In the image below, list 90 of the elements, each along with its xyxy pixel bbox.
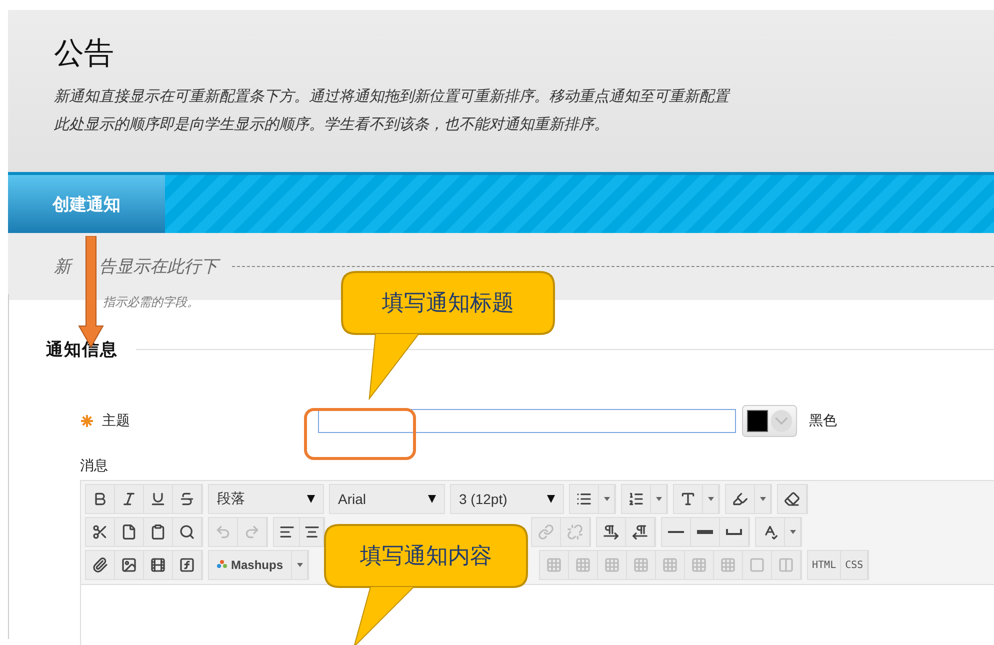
split-cell-icon: [778, 557, 794, 573]
table-icon: [691, 557, 708, 573]
eraser-icon: [784, 491, 800, 507]
cut-button[interactable]: [86, 518, 115, 546]
dots-icon: [217, 560, 227, 570]
align-left-icon: [278, 524, 294, 540]
text-color-icon: [680, 491, 696, 507]
align-center-button[interactable]: [300, 518, 324, 546]
bullet-list-icon: [576, 491, 592, 507]
pilcrow-right-button[interactable]: [597, 518, 626, 546]
callout-text: 填写通知内容: [359, 543, 493, 571]
cut-icon: [92, 524, 108, 540]
underline-icon: [150, 491, 166, 507]
color-label: 黑色: [809, 412, 837, 430]
mashups-button[interactable]: Mashups: [209, 551, 292, 579]
highlighter-icon: [732, 491, 748, 507]
drop-zone-label: 新: [54, 256, 71, 278]
color-picker[interactable]: [742, 405, 797, 437]
attach-button[interactable]: [86, 551, 115, 579]
cell-button[interactable]: [743, 551, 772, 579]
table-icon: [575, 557, 592, 573]
subject-label: 主题: [102, 412, 130, 430]
thin-line-button[interactable]: [662, 518, 691, 546]
font-select[interactable]: Arial: [329, 484, 445, 514]
align-center-icon: [304, 524, 320, 540]
spellcheck-button[interactable]: [756, 518, 785, 546]
page-description: 新通知直接显示在可重新配置条下方。通过将通知拖到新位置可重新排序。移动重点通知至可重新配置: [54, 86, 732, 107]
pilcrow-right-icon: [603, 524, 619, 540]
message-label: 消息: [80, 457, 109, 475]
search-button[interactable]: [173, 518, 202, 546]
dropdown-button[interactable]: [785, 518, 801, 546]
page-description: 此处显示的顺序即是向学生显示的顺序。学生看不到该条，也不能对通知重新排序。: [54, 114, 610, 135]
subject-input[interactable]: [318, 409, 736, 433]
dropdown-button[interactable]: [755, 485, 771, 513]
underline-button[interactable]: [144, 485, 173, 513]
table-icon: [662, 557, 678, 573]
space-icon: [726, 529, 742, 535]
image-button[interactable]: [115, 551, 144, 579]
strikethrough-icon: [179, 491, 195, 507]
strikethrough-button[interactable]: [173, 485, 202, 513]
chevron-icon: [771, 410, 792, 432]
pilcrow-left-icon: [632, 524, 648, 540]
table-icon: [720, 557, 736, 573]
link-icon: [538, 524, 554, 540]
copy-icon: [121, 524, 137, 540]
bullet-list-button[interactable]: [570, 485, 599, 513]
italic-button[interactable]: [115, 485, 144, 513]
video-icon: [150, 557, 166, 573]
space-button[interactable]: [720, 518, 749, 546]
thick-line-button[interactable]: [691, 518, 720, 546]
dropdown-button[interactable]: [292, 551, 308, 579]
table-icon: [633, 557, 650, 573]
thin-line-icon: [668, 531, 684, 533]
page-title: 公告: [54, 36, 115, 72]
spellcheck-icon: [762, 524, 778, 540]
table-icon: [546, 557, 562, 573]
format-select[interactable]: 段落: [208, 484, 324, 514]
numbered-list-icon: [628, 491, 644, 507]
formula-icon: [179, 557, 195, 573]
cell-icon: [749, 557, 766, 573]
paste-icon: [150, 524, 166, 540]
undo-icon: [215, 524, 231, 540]
formula-button[interactable]: [173, 551, 202, 579]
numbered-list-button[interactable]: [622, 485, 651, 513]
drop-zone-label: 告显示在此行下: [99, 255, 218, 278]
required-note: 指示必需的字段。: [103, 294, 199, 310]
copy-button[interactable]: [115, 518, 144, 546]
dropdown-button[interactable]: [599, 485, 615, 513]
dropdown-button[interactable]: [651, 485, 667, 513]
italic-icon: [121, 491, 137, 507]
paste-button[interactable]: [144, 518, 173, 546]
html-button[interactable]: HTML: [808, 551, 842, 579]
bold-button[interactable]: [86, 485, 115, 513]
pilcrow-left-button[interactable]: [626, 518, 655, 546]
unlink-icon: [567, 524, 583, 540]
text-color-button[interactable]: [674, 485, 703, 513]
image-icon: [121, 557, 137, 573]
attach-icon: [92, 557, 108, 573]
split-cell-button[interactable]: [772, 551, 802, 579]
css-button[interactable]: CSS: [841, 551, 868, 579]
size-select[interactable]: 3 (12pt): [450, 484, 564, 514]
redo-icon: [244, 524, 260, 540]
table-icon: [604, 557, 620, 573]
video-button[interactable]: [144, 551, 173, 579]
dropdown-button[interactable]: [703, 485, 719, 513]
align-left-button[interactable]: [274, 518, 300, 546]
highlighter-button[interactable]: [726, 485, 755, 513]
callout-text: 填写通知标题: [381, 290, 515, 318]
bold-icon: [92, 491, 108, 507]
search-icon: [179, 524, 195, 540]
